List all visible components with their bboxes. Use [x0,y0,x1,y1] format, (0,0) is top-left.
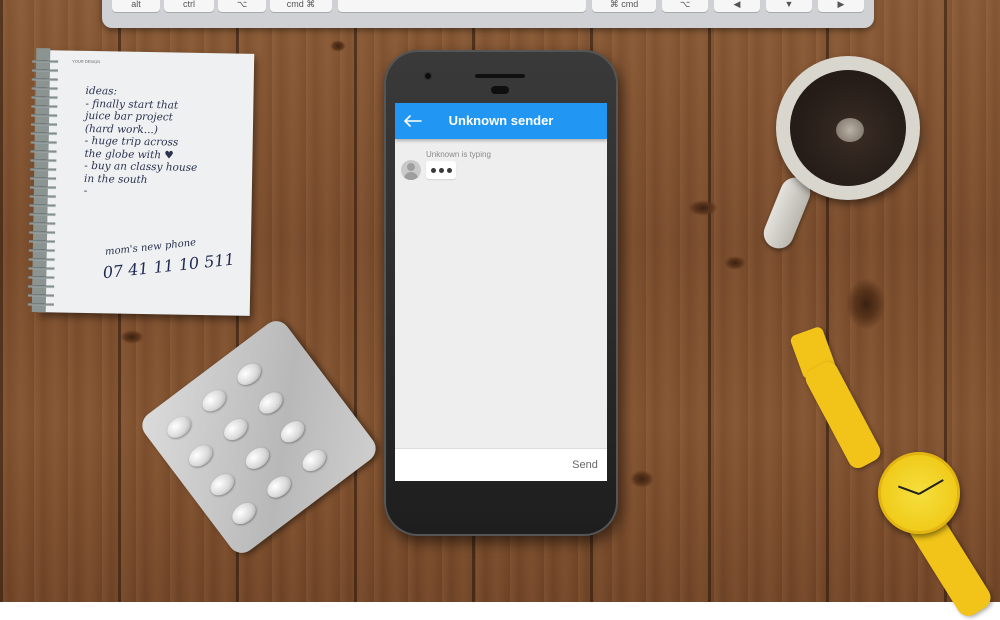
arrow-left-icon[interactable] [401,107,425,135]
avatar-head [407,163,415,171]
watch-hour-hand [897,485,920,495]
typing-dot [431,168,436,173]
keyboard-key: ⌥ [662,0,708,12]
watch-minute-hand [918,479,944,495]
keyboard-key: ⌘ cmd [592,0,656,12]
keyboard-spacebar [338,0,586,12]
wood-knot [120,330,144,344]
pill [228,498,260,529]
pill [206,469,239,500]
pill [263,471,295,502]
pill [233,359,266,390]
keyboard-key: alt [112,0,160,12]
wood-knot [630,470,654,488]
notebook-ideas-text: ideas: - finally start that juice bar pr… [83,84,198,197]
avatar [401,160,421,180]
chat-title: Unknown sender [448,113,554,128]
pill [241,443,274,474]
front-camera [424,72,432,80]
coffee-surface [790,70,906,186]
chat-screen: Unknown sender Unknown is typing Send [395,103,607,481]
keyboard-key: cmd ⌘ [270,0,332,12]
keyboard-key: ctrl [164,0,214,12]
keyboard-key: ▼ [766,0,812,12]
keyboard: alt ctrl ⌥ cmd ⌘ ⌘ cmd ⌥ ◀ ▼ ▶ [102,0,874,28]
pill [198,385,230,416]
keyboard-key: ▶ [818,0,864,12]
earpiece-speaker [475,74,525,78]
keyboard-key: ◀ [714,0,760,12]
message-input[interactable] [401,454,565,478]
typing-indicator-label: Unknown is typing [426,150,491,159]
coffee-foam [836,118,864,142]
wood-knot [330,40,346,52]
proximity-sensor [491,86,509,94]
pill [255,387,287,418]
spiral-notebook: YOUR DESIGN ideas: - finally start that … [27,48,255,316]
wood-knot [688,200,718,216]
notebook-spiral [27,55,59,307]
avatar-body [404,172,418,180]
typing-bubble [426,161,456,179]
coffee-cup [776,56,920,200]
notebook-brand: YOUR DESIGN [72,58,101,65]
pill [184,440,217,471]
wood-knot [724,256,746,270]
send-button[interactable]: Send [567,454,603,476]
message-composer: Send [395,448,607,481]
pill [163,412,195,443]
app-bar: Unknown sender [395,103,607,139]
pill [276,416,309,447]
pill [219,414,252,445]
wood-knot [846,278,886,330]
pill [298,445,331,476]
typing-dot [439,168,444,173]
typing-dot [447,168,452,173]
watch-face [878,452,960,534]
smartphone: Unknown sender Unknown is typing Send [384,50,618,536]
keyboard-key: ⌥ [218,0,266,12]
arrow-left-icon-svg [404,115,422,127]
